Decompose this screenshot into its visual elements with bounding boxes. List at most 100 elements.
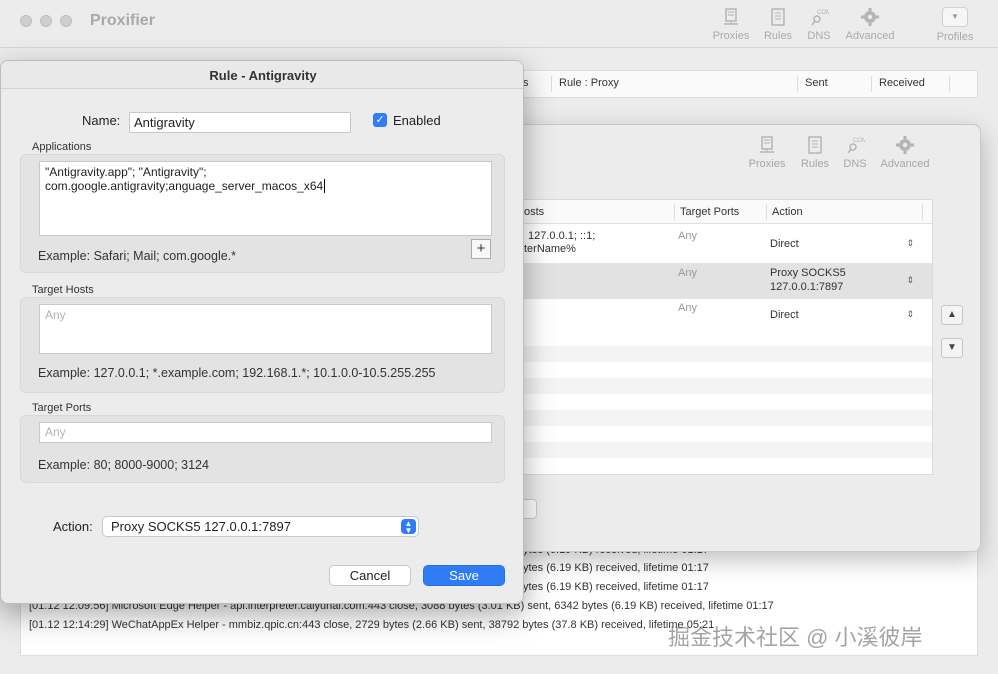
toolbar-rules-label: Rules — [763, 30, 793, 42]
main-titlebar: Proxifier Proxies Rules COM DNS Advanced… — [0, 0, 998, 48]
column-header-rule-proxy[interactable]: Rule : Proxy — [559, 77, 619, 89]
target-ports-example: Example: 80; 8000-9000; 3124 — [38, 458, 209, 472]
dns-icon: COM — [845, 135, 867, 155]
action-select[interactable]: Proxy SOCKS5 127.0.0.1:7897 ▲ ▼ — [102, 516, 419, 537]
column-divider — [922, 204, 923, 220]
action-stepper-icon[interactable]: ⇕ — [906, 238, 914, 249]
rule-row[interactable]: 127.0.0.1; ::1; terName% Any Direct ⇕ — [512, 226, 932, 262]
rules-toolbar-advanced-button[interactable]: Advanced — [877, 135, 933, 170]
chevron-updown-icon: ▲ ▼ — [401, 519, 416, 535]
enabled-checkbox[interactable]: ✓ — [373, 113, 387, 127]
proxies-icon — [721, 7, 741, 27]
rule-hosts-line2: terName% — [524, 243, 576, 255]
rule-ports: Any — [678, 302, 697, 314]
gear-icon — [860, 7, 880, 27]
gear-icon — [895, 135, 915, 155]
column-divider — [949, 76, 950, 92]
toolbar-rules-button[interactable]: Rules — [760, 7, 796, 42]
target-ports-group: Any Example: 80; 8000-9000; 3124 — [20, 415, 505, 483]
rules-table[interactable]: osts Target Ports Action 127.0.0.1; ::1;… — [511, 199, 933, 475]
svg-text:COM: COM — [853, 138, 865, 144]
applications-line: com.google.antigravity;anguage_server_ma… — [45, 179, 326, 193]
action-stepper-icon[interactable]: ⇕ — [906, 309, 914, 320]
empty-row — [512, 442, 932, 458]
enabled-label: Enabled — [393, 113, 441, 128]
dns-icon: COM — [809, 7, 831, 27]
rule-row[interactable]: Any Direct ⇕ — [512, 300, 932, 330]
watermark-text: 掘金技术社区 @ 小溪彼岸 — [668, 625, 923, 650]
toolbar-dns-button[interactable]: COM DNS — [802, 7, 836, 42]
applications-label: Applications — [32, 141, 92, 153]
applications-textarea[interactable]: "Antigravity.app"; "Antigravity"; com.go… — [39, 161, 492, 236]
save-button[interactable]: Save — [423, 565, 505, 586]
rules-toolbar-dns-button[interactable]: COM DNS — [839, 135, 871, 170]
column-divider — [871, 76, 872, 92]
rules-icon — [805, 135, 825, 155]
rule-action[interactable]: Direct — [770, 309, 799, 321]
name-input[interactable]: Antigravity — [129, 112, 351, 133]
proxies-icon — [757, 135, 777, 155]
column-header-target-hosts[interactable]: osts — [524, 206, 544, 218]
rules-toolbar-proxies-button[interactable]: Proxies — [745, 135, 789, 170]
rule-action-line2: 127.0.0.1:7897 — [770, 281, 844, 293]
column-divider — [551, 76, 552, 92]
toolbar-proxies-label: Proxies — [712, 30, 750, 42]
close-window-button[interactable] — [20, 15, 32, 27]
target-hosts-label: Target Hosts — [32, 284, 94, 296]
action-stepper-icon[interactable]: ⇕ — [906, 275, 914, 286]
rule-action[interactable]: Proxy SOCKS5 — [770, 267, 846, 279]
minimize-window-button[interactable] — [40, 15, 52, 27]
rule-hosts: 127.0.0.1; ::1; — [528, 230, 596, 242]
toolbar-advanced-button[interactable]: Advanced — [842, 7, 898, 42]
column-divider — [797, 76, 798, 92]
column-divider — [766, 204, 767, 220]
chevron-down-icon: ▼ — [951, 12, 959, 21]
arrow-up-icon: ▲ — [947, 309, 957, 320]
rules-toolbar-advanced-label: Advanced — [880, 158, 930, 170]
rule-ports: Any — [678, 267, 697, 279]
empty-row — [512, 378, 932, 394]
add-application-button[interactable]: + — [471, 239, 491, 259]
rules-toolbar-dns-label: DNS — [843, 158, 867, 170]
toolbar-profiles-label: Profiles — [936, 31, 974, 43]
rules-toolbar-rules-label: Rules — [800, 158, 830, 170]
move-rule-up-button[interactable]: ▲ — [941, 305, 963, 325]
rule-ports: Any — [678, 230, 697, 242]
sheet-titlebar: Rule - Antigravity — [1, 61, 523, 89]
profiles-dropdown[interactable]: ▼ — [942, 7, 968, 27]
name-label: Name: — [82, 113, 121, 128]
rules-icon — [768, 7, 788, 27]
column-divider — [674, 204, 675, 220]
target-hosts-group: Any Example: 127.0.0.1; *.example.com; 1… — [20, 297, 505, 393]
column-header-received[interactable]: Received — [879, 77, 925, 89]
toolbar-proxies-button[interactable]: Proxies — [710, 7, 752, 42]
applications-example: Example: Safari; Mail; com.google.* — [38, 249, 237, 263]
svg-text:COM: COM — [817, 10, 829, 16]
column-header-sent[interactable]: Sent — [805, 77, 828, 89]
arrow-down-icon: ▼ — [947, 342, 957, 353]
empty-row — [512, 346, 932, 362]
rule-action[interactable]: Direct — [770, 238, 799, 250]
target-ports-label: Target Ports — [32, 402, 92, 414]
move-rule-down-button[interactable]: ▼ — [941, 338, 963, 358]
app-title: Proxifier — [90, 12, 155, 29]
column-header-action[interactable]: Action — [772, 206, 803, 218]
target-hosts-textarea[interactable]: Any — [39, 304, 492, 354]
log-line: ytes (6.19 KB) received, lifetime 01:17 — [523, 581, 709, 593]
rules-toolbar-proxies-label: Proxies — [748, 158, 786, 170]
proxification-rules-window: Proxies Rules COM DNS Advanced osts Targ… — [490, 124, 981, 552]
sheet-title: Rule - Antigravity — [209, 68, 317, 83]
rule-edit-sheet: Rule - Antigravity Name: Antigravity ✓ E… — [0, 60, 524, 604]
cancel-button[interactable]: Cancel — [329, 565, 411, 586]
target-ports-input[interactable]: Any — [39, 422, 492, 443]
log-line: ytes (6.19 KB) received, lifetime 01:17 — [523, 562, 709, 574]
column-header-target-ports[interactable]: Target Ports — [680, 206, 739, 218]
toolbar-dns-label: DNS — [807, 30, 831, 42]
log-line: [01.12 12:14:29] WeChatAppEx Helper - mm… — [29, 619, 715, 631]
applications-line: "Antigravity.app"; "Antigravity"; — [45, 165, 207, 179]
rules-table-header: osts Target Ports Action — [512, 200, 932, 224]
rules-toolbar-rules-button[interactable]: Rules — [797, 135, 833, 170]
rule-row-selected[interactable]: Any Proxy SOCKS5 127.0.0.1:7897 ⇕ — [512, 263, 932, 299]
action-label: Action: — [53, 519, 93, 534]
zoom-window-button[interactable] — [60, 15, 72, 27]
